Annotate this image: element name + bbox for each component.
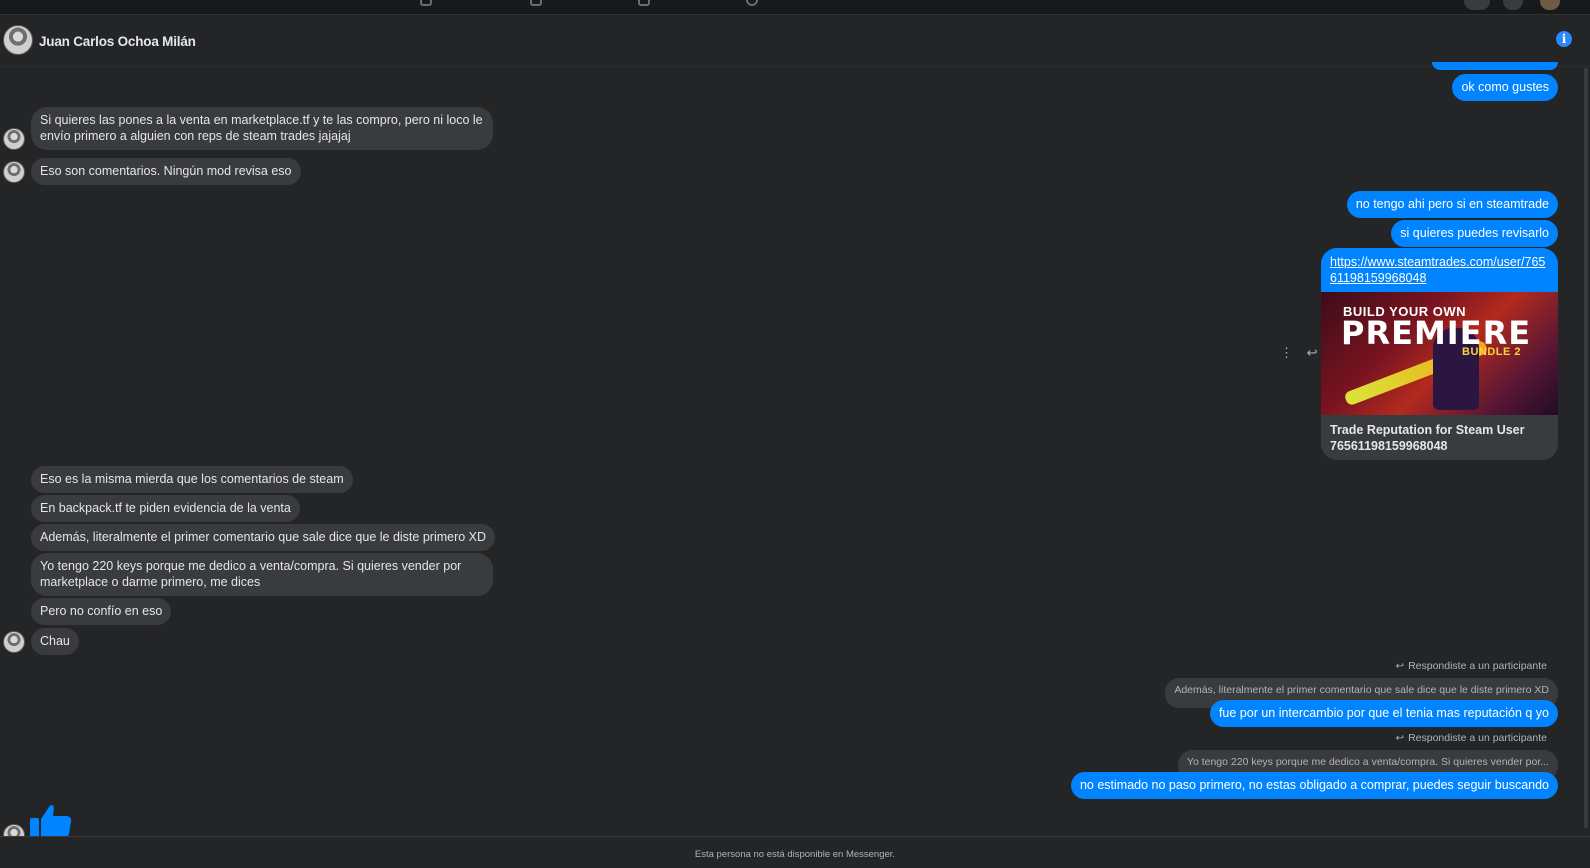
- top-navigation-strip: [0, 0, 1590, 15]
- contact-avatar-small[interactable]: [3, 631, 25, 653]
- reply-indicator-label: Respondiste a un participante: [1408, 660, 1547, 672]
- contact-avatar[interactable]: [3, 25, 33, 55]
- contact-avatar-small[interactable]: [3, 128, 25, 150]
- reply-icon[interactable]: ↩: [1307, 345, 1318, 361]
- steamtrades-link[interactable]: https://www.steamtrades.com/user/7656119…: [1330, 255, 1545, 285]
- link-preview-card[interactable]: https://www.steamtrades.com/user/7656119…: [1321, 248, 1558, 460]
- link-preview-title[interactable]: Trade Reputation for Steam User 76561198…: [1321, 415, 1558, 460]
- more-options-icon[interactable]: ⋮: [1280, 345, 1293, 361]
- thumbs-up-icon[interactable]: [29, 803, 73, 839]
- reply-indicator-label: Respondiste a un participante: [1408, 732, 1547, 744]
- incoming-message[interactable]: Pero no confío en eso: [31, 598, 172, 625]
- reply-indicator: ↩ Respondiste a un participante: [1396, 660, 1547, 672]
- incoming-message[interactable]: En backpack.tf te piden evidencia de la …: [31, 495, 300, 522]
- reply-indicator: ↩ Respondiste a un participante: [1396, 732, 1547, 744]
- incoming-message[interactable]: Si quieres las pones a la venta en marke…: [31, 107, 493, 150]
- contact-avatar-small[interactable]: [3, 161, 25, 183]
- incoming-message[interactable]: Además, literalmente el primer comentari…: [31, 524, 496, 551]
- incoming-message[interactable]: Yo tengo 220 keys porque me dedico a ven…: [31, 553, 493, 596]
- profile-avatar[interactable]: [1540, 0, 1560, 10]
- reply-arrow-icon: ↩: [1395, 733, 1405, 744]
- scrollbar[interactable]: [1584, 68, 1588, 828]
- notifications-icon[interactable]: [1503, 0, 1523, 10]
- incoming-message[interactable]: Eso son comentarios. Ningún mod revisa e…: [31, 158, 301, 185]
- message-actions: ⋮ ↩: [1280, 345, 1318, 361]
- menu-icon[interactable]: [1464, 0, 1490, 10]
- marketplace-icon[interactable]: [638, 0, 650, 6]
- outgoing-reply-message[interactable]: no estimado no paso primero, no estas ob…: [1070, 772, 1558, 799]
- outgoing-message[interactable]: no tengo ahi pero si en steamtrade: [1346, 191, 1558, 218]
- outgoing-reply-message[interactable]: fue por un intercambio por que el tenia …: [1209, 700, 1558, 727]
- info-icon[interactable]: i: [1556, 31, 1572, 47]
- unavailable-status-text: Esta persona no está disponible en Messe…: [694, 849, 896, 860]
- home-icon[interactable]: [420, 0, 432, 6]
- outgoing-message-clipped: [1432, 62, 1558, 70]
- outgoing-message[interactable]: ok como gustes: [1452, 74, 1558, 101]
- groups-icon[interactable]: [746, 0, 758, 6]
- watch-icon[interactable]: [530, 0, 542, 6]
- incoming-message[interactable]: Eso es la misma mierda que los comentari…: [31, 466, 353, 493]
- link-preview-image[interactable]: BUILD YOUR OWN PREMIERE BUNDLE 2: [1321, 292, 1558, 415]
- incoming-message[interactable]: Chau: [31, 628, 79, 655]
- outgoing-message[interactable]: si quieres puedes revisarlo: [1391, 220, 1558, 247]
- link-message[interactable]: https://www.steamtrades.com/user/7656119…: [1321, 248, 1558, 292]
- image-text-line3: BUNDLE 2: [1462, 346, 1522, 358]
- contact-name[interactable]: Juan Carlos Ochoa Milán: [39, 34, 196, 49]
- conversation-header: Juan Carlos Ochoa Milán i: [0, 15, 1590, 67]
- composer-unavailable-footer: Esta persona no está disponible en Messe…: [0, 836, 1590, 868]
- reply-arrow-icon: ↩: [1395, 661, 1405, 672]
